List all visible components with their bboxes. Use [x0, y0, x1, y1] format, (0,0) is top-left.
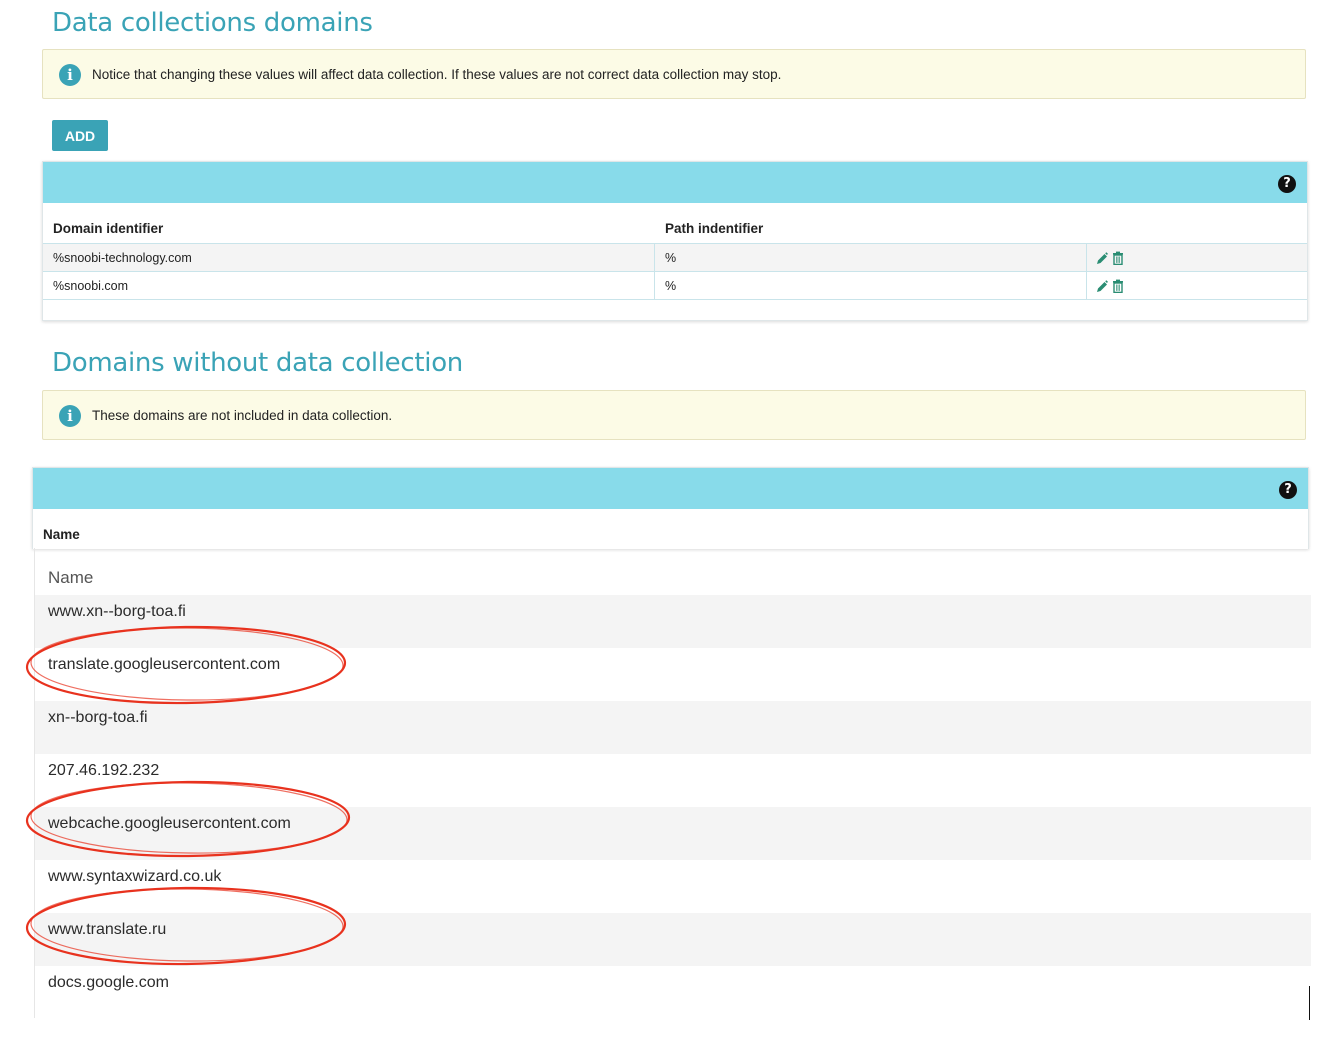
notice-excluded-domains: i These domains are not included in data…: [42, 390, 1306, 440]
list-item: docs.google.com: [35, 966, 1311, 1019]
add-button[interactable]: ADD: [52, 120, 108, 151]
list-item-text: www.syntaxwizard.co.uk: [48, 868, 222, 885]
list-header: Name: [48, 568, 94, 587]
path-cell: %: [665, 279, 677, 293]
list-item: www.syntaxwizard.co.uk: [35, 860, 1311, 913]
question-circle-icon[interactable]: ?: [1279, 481, 1297, 499]
pencil-icon[interactable]: [1096, 279, 1108, 293]
list-item-text: translate.googleusercontent.com: [48, 656, 281, 673]
trash-icon[interactable]: [1112, 251, 1124, 265]
list-item: 207.46.192.232: [35, 754, 1311, 807]
info-icon: i: [59, 64, 81, 86]
list-item: www.xn--borg-toa.fi: [35, 595, 1311, 648]
list-item-text: 207.46.192.232: [48, 762, 160, 779]
list-item-text: www.xn--borg-toa.fi: [48, 603, 186, 620]
list-item-text: webcache.googleusercontent.com: [48, 815, 291, 832]
list-item: webcache.googleusercontent.com: [35, 807, 1311, 860]
list-item-text: www.translate.ru: [48, 921, 167, 938]
excluded-domains-list: Name www.xn--borg-toa.fi translate.googl…: [34, 548, 1311, 1018]
question-circle-icon[interactable]: ?: [1278, 175, 1296, 193]
notice-data-collection: i Notice that changing these values will…: [42, 49, 1306, 99]
list-item: xn--borg-toa.fi: [35, 701, 1311, 754]
trash-icon[interactable]: [1112, 279, 1124, 293]
text-cursor: [1309, 986, 1310, 1020]
table-panel-header: ?: [33, 468, 1308, 509]
list-item-text: xn--borg-toa.fi: [48, 709, 148, 726]
pencil-icon[interactable]: [1096, 251, 1108, 265]
domains-table-panel: ? Domain identifier Path indentifier %sn…: [42, 161, 1308, 321]
table-panel-header: ?: [43, 162, 1307, 203]
notice-text: Notice that changing these values will a…: [92, 67, 782, 82]
info-icon: i: [59, 405, 81, 427]
table-row: %snoobi.com %: [43, 271, 1307, 299]
section-title-domains-without-collection: Domains without data collection: [52, 348, 463, 378]
list-item-text: docs.google.com: [48, 974, 169, 991]
domain-cell: %snoobi.com: [53, 279, 129, 293]
excluded-domains-panel: ? Name: [32, 467, 1309, 549]
section-title-data-collection-domains: Data collections domains: [52, 8, 373, 38]
domain-cell: %snoobi-technology.com: [53, 251, 192, 265]
path-cell: %: [665, 251, 677, 265]
table-row: %snoobi-technology.com %: [43, 243, 1307, 271]
list-item: translate.googleusercontent.com: [35, 648, 1311, 701]
column-header-path: Path indentifier: [665, 221, 764, 236]
column-header-name: Name: [43, 527, 80, 542]
list-item: www.translate.ru: [35, 913, 1311, 966]
column-header-domain: Domain identifier: [53, 221, 164, 236]
notice-text: These domains are not included in data c…: [92, 408, 393, 423]
